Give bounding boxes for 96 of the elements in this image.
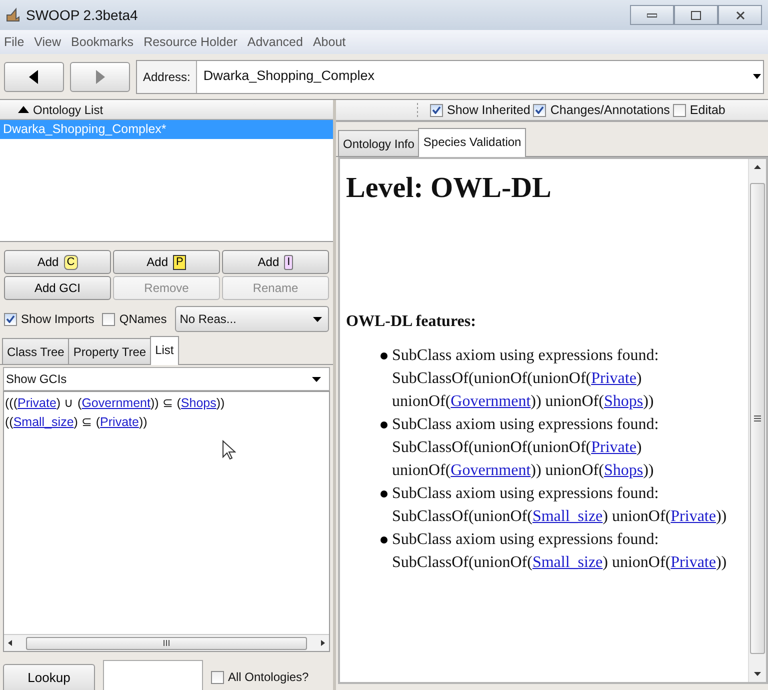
dropdown-caret-icon[interactable] <box>753 74 761 79</box>
link[interactable]: Government <box>450 392 531 410</box>
tab[interactable]: List <box>150 336 179 365</box>
feature-item: SubClass axiom using expressions found: SubClassOf(unionOf(Small_size) unionOf(Private)) <box>392 530 728 573</box>
link[interactable]: Private <box>670 508 716 525</box>
back-arrow-icon <box>29 70 39 84</box>
checkmark-icon <box>6 315 15 323</box>
lookup-button[interactable]: Lookup <box>3 664 95 690</box>
dropdown-caret-icon <box>313 316 322 322</box>
scroll-down-icon[interactable] <box>754 672 761 676</box>
forward-arrow-icon <box>95 70 105 84</box>
menu-item[interactable]: View <box>34 32 62 52</box>
link[interactable]: Private <box>591 370 636 387</box>
toolbar-grip-icon <box>416 103 419 117</box>
checkmark-icon <box>432 106 441 114</box>
scroll-left-icon[interactable] <box>8 640 12 646</box>
grip-icon <box>754 415 761 422</box>
bullet-icon <box>380 490 388 498</box>
class-icon: C <box>64 254 78 270</box>
menu-item[interactable]: Resource Holder <box>144 32 238 52</box>
maximize-button[interactable] <box>674 5 718 25</box>
gci-axiom: (((Private) ∪ (Government)) ⊆ (Shops)) <box>5 395 226 412</box>
tab[interactable]: Property Tree <box>68 338 152 364</box>
feature-item: SubClass axiom using expressions found: SubClassOf(unionOf(unionOf(Private) unionOf(Government)) unionOf(Shops)) <box>392 346 660 412</box>
maximize-icon <box>691 10 701 20</box>
forward-button[interactable] <box>70 62 130 92</box>
scroll-up-icon[interactable] <box>754 165 761 169</box>
checkbox-label: Changes/Annotations <box>550 102 670 119</box>
close-button[interactable] <box>718 5 762 25</box>
menu-item[interactable]: File <box>4 32 24 52</box>
link[interactable]: Shops <box>604 462 644 479</box>
tab[interactable]: Class Tree <box>2 338 70 364</box>
close-icon <box>736 10 744 20</box>
menu-item[interactable]: About <box>312 32 346 52</box>
feature-item: SubClass axiom using expressions found: SubClassOf(unionOf(Small_size) unionOf(Private)) <box>392 484 728 527</box>
property-icon: P <box>173 254 186 270</box>
checkbox[interactable] <box>430 104 443 116</box>
checkbox-label: All Ontologies? <box>228 669 309 686</box>
link[interactable]: Private <box>670 554 716 571</box>
checkbox[interactable] <box>102 312 116 326</box>
link[interactable]: Shops <box>180 396 216 410</box>
link[interactable]: Private <box>18 396 56 410</box>
bullet-icon <box>380 536 388 544</box>
gci-axiom: ((Small_size) ⊆ (Private)) <box>5 414 148 431</box>
address-label: Address: <box>137 60 198 92</box>
checkbox[interactable] <box>672 104 686 116</box>
checkbox[interactable] <box>211 670 224 684</box>
vertical-scrollbar-thumb[interactable] <box>750 183 765 654</box>
link[interactable]: Government <box>450 462 531 479</box>
ontology-list-header: Ontology List <box>33 102 104 118</box>
minimize-icon <box>647 12 657 18</box>
grip-icon <box>163 640 170 646</box>
list-filter-value: Show GCIs <box>6 371 67 388</box>
checkbox-label: Show Inherited <box>447 102 530 119</box>
link[interactable]: Shops <box>604 392 644 410</box>
checkbox[interactable] <box>533 104 546 116</box>
checkmark-icon <box>535 106 544 114</box>
dropdown-caret-icon <box>312 376 321 382</box>
link[interactable]: Private <box>100 415 139 429</box>
reasoner-dropdown[interactable]: No Reas... <box>174 306 329 332</box>
horizontal-scrollbar-thumb[interactable] <box>26 636 307 650</box>
address-field[interactable]: Address: Dwarka_Shopping_Complex <box>136 60 764 94</box>
individual-icon: I <box>284 254 294 270</box>
link[interactable]: Small_size <box>532 554 603 571</box>
link[interactable]: Government <box>82 396 150 410</box>
checkbox-label: Show Imports <box>21 311 94 328</box>
link[interactable]: Small_size <box>532 508 603 525</box>
checkbox-label: QNames <box>119 311 167 328</box>
toolbar-button[interactable]: Add I <box>222 250 329 274</box>
address-value: Dwarka_Shopping_Complex <box>202 67 376 86</box>
minimize-button[interactable] <box>630 5 674 25</box>
menu-item[interactable]: Advanced <box>247 32 303 52</box>
toolbar-button[interactable]: Add P <box>113 250 220 274</box>
menu-item[interactable]: Bookmarks <box>71 32 134 52</box>
checkbox-label: Editab <box>690 102 726 119</box>
feature-item: SubClass axiom using expressions found: SubClassOf(unionOf(unionOf(Private) unionOf(Government)) unionOf(Shops)) <box>392 414 660 481</box>
reasoner-value: No Reas... <box>180 311 236 328</box>
bullet-icon <box>380 420 388 429</box>
features-heading: OWL-DL features: <box>346 312 477 332</box>
scroll-right-icon[interactable] <box>321 640 325 646</box>
toolbar-button[interactable]: Add C <box>4 250 111 274</box>
validation-level-heading: Level: OWL-DL <box>346 171 552 206</box>
mouse-pointer-icon <box>222 440 236 460</box>
collapse-triangle-icon[interactable] <box>18 106 29 113</box>
window-title: SWOOP 2.3beta4 <box>26 6 138 24</box>
link[interactable]: Private <box>591 438 636 456</box>
back-button[interactable] <box>4 62 64 92</box>
list-filter-dropdown[interactable]: Show GCIs <box>3 367 330 391</box>
tab[interactable]: Species Validation <box>418 128 526 157</box>
app-icon <box>6 7 20 23</box>
link[interactable]: Small_size <box>13 415 74 429</box>
bullet-icon <box>380 352 388 360</box>
lookup-field[interactable] <box>103 660 203 690</box>
checkbox[interactable] <box>4 312 17 326</box>
toolbar-button[interactable]: Add GCI <box>4 276 111 300</box>
tab[interactable]: Ontology Info <box>338 130 420 156</box>
